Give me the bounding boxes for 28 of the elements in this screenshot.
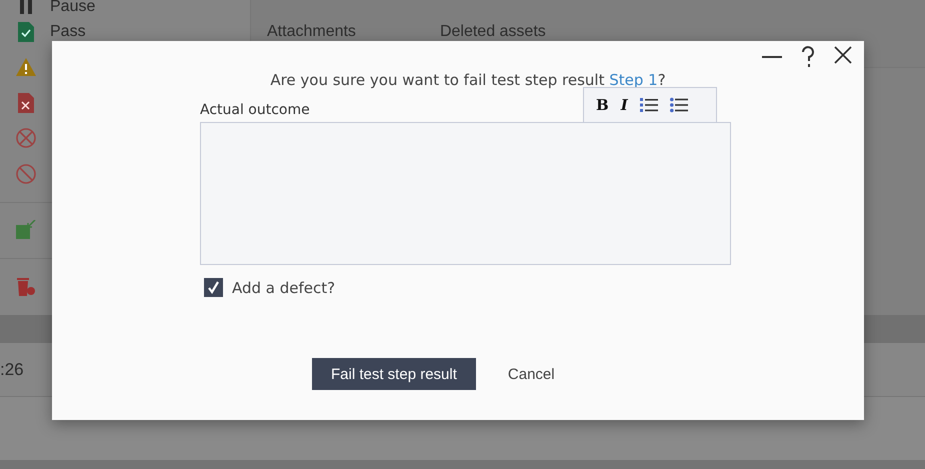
bold-button[interactable]: B [596,96,609,114]
field-label: Actual outcome [200,102,310,120]
bullet-list-icon[interactable] [670,97,688,113]
xml-export-icon [16,220,36,240]
menu-item[interactable]: Pass [50,24,86,40]
time-cell: :26 [0,360,24,380]
trash-icon [16,276,36,297]
help-icon[interactable] [800,46,816,68]
fail-button[interactable]: Fail test step result [312,358,476,390]
confirmation-question: Are you sure you want to fail test step result Step 1? [269,70,667,90]
cancel-button[interactable]: Cancel [508,358,555,390]
checkbox[interactable] [204,278,223,297]
document-check-icon [18,22,34,42]
actual-outcome-field[interactable] [200,122,731,265]
italic-button[interactable]: I [620,96,628,114]
numbered-list-icon[interactable] [640,97,658,113]
close-icon[interactable] [834,46,852,64]
tab[interactable]: Deleted assets [440,23,546,41]
block-icon [16,164,36,184]
cancel-icon [16,128,36,148]
checkbox-label: Add a defect? [232,278,336,296]
tab[interactable]: Attachments [267,23,356,41]
document-cross-icon [18,92,34,113]
menu-item[interactable]: Pause [50,0,96,15]
warning-icon [16,58,36,76]
step-link[interactable]: Step 1 [609,71,658,89]
check-icon [208,281,219,294]
pause-icon [18,0,34,14]
